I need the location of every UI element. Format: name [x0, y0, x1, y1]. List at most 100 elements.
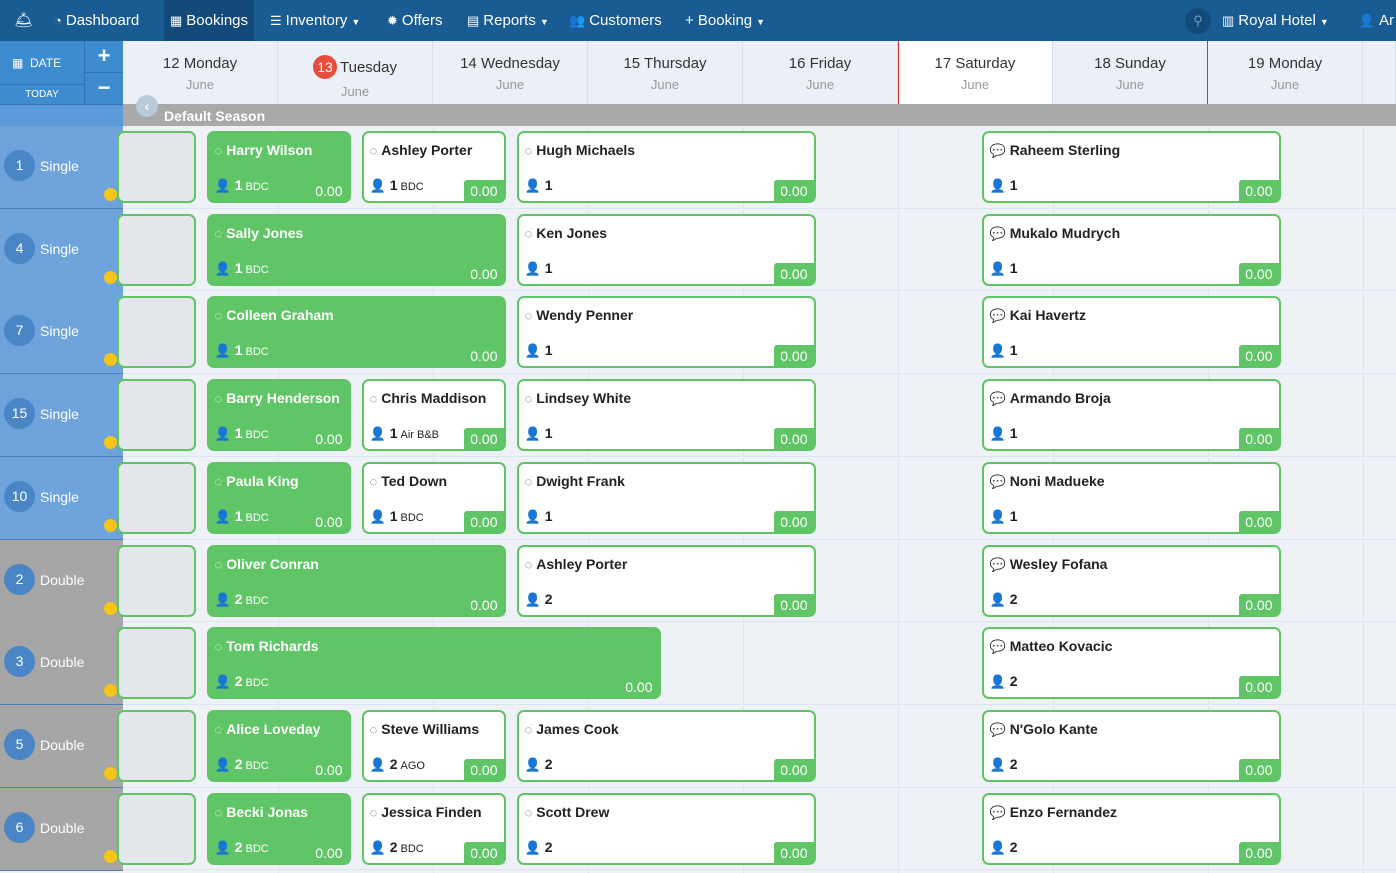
- unavailable-block[interactable]: [117, 792, 196, 865]
- status-dot-icon: [104, 849, 117, 863]
- person-icon: 👤: [989, 839, 1006, 855]
- today-button[interactable]: TODAY: [0, 85, 85, 105]
- price-badge: 0.00: [1239, 676, 1279, 698]
- collapse-chevron-icon[interactable]: ‹: [136, 95, 158, 117]
- booking-card[interactable]: 💬 Noni Madueke 👤 1 0.00: [981, 461, 1281, 534]
- booking-card[interactable]: 💬 Wesley Fofana 👤 2 0.00: [981, 544, 1281, 617]
- booking-card[interactable]: ◌ Alice Loveday 👤 2 BDC 0.00: [206, 709, 351, 782]
- booking-card[interactable]: 💬 Matteo Kovacic 👤 2 0.00: [981, 627, 1281, 700]
- booking-card[interactable]: ◌ Colleen Graham 👤 1 BDC 0.00: [206, 296, 506, 369]
- dashboard-icon: ◔: [54, 13, 62, 28]
- price-badge: 0.00: [1239, 510, 1279, 532]
- nav-inventory[interactable]: ☰ Inventory ▼: [264, 0, 366, 41]
- booking-card[interactable]: 💬 Mukalo Mudrych 👤 1 0.00: [981, 213, 1281, 286]
- price-badge: 0.00: [464, 262, 504, 284]
- booking-card[interactable]: ◌ Hugh Michaels 👤 1 0.00: [516, 131, 816, 203]
- room-type: Single: [40, 158, 79, 174]
- room-row-header[interactable]: 1 Single: [0, 126, 123, 209]
- booking-card[interactable]: ◌ Dwight Frank 👤 1 0.00: [516, 461, 816, 534]
- comments-icon: 💬: [989, 556, 1006, 572]
- booking-card[interactable]: 💬 Kai Havertz 👤 1 0.00: [981, 296, 1281, 369]
- comment-icon: ◌: [214, 391, 223, 407]
- row-divider: [123, 538, 1396, 540]
- booking-card[interactable]: 💬 N'Golo Kante 👤 2 0.00: [981, 709, 1281, 782]
- booking-card[interactable]: ◌ Oliver Conran 👤 2 BDC 0.00: [206, 544, 506, 617]
- booking-card[interactable]: ◌ Ted Down 👤 1 BDC 0.00: [361, 461, 506, 534]
- room-row-header[interactable]: 7 Single: [0, 291, 123, 375]
- guest-name: Tom Richards: [226, 638, 319, 655]
- day-label: 16 Friday: [788, 55, 852, 72]
- booking-card[interactable]: ◌ Wendy Penner 👤 1 0.00: [516, 296, 816, 369]
- price-badge: 0.00: [464, 180, 504, 201]
- nav-bookings[interactable]: ▦ Bookings: [164, 0, 255, 41]
- unavailable-block[interactable]: [117, 627, 196, 700]
- nav-dashboard[interactable]: ◔ Dashboard: [48, 0, 145, 41]
- booking-card[interactable]: ◌ Becki Jonas 👤 2 BDC 0.00: [206, 792, 351, 865]
- booking-card[interactable]: ◌ Jessica Finden 👤 2 BDC 0.00: [361, 792, 506, 865]
- unavailable-block[interactable]: [117, 709, 196, 782]
- nav-reports[interactable]: ▤ Reports ▼: [461, 0, 555, 41]
- bell-logo-icon[interactable]: 🛎: [8, 0, 39, 41]
- price-badge: 0.00: [774, 841, 814, 863]
- room-row-header[interactable]: 10 Single: [0, 456, 123, 540]
- user-menu[interactable]: 👤 Ar: [1355, 0, 1396, 41]
- guest-count: 2: [544, 755, 553, 772]
- nav-booking[interactable]: + Booking ▼: [679, 0, 771, 41]
- unavailable-block[interactable]: [117, 213, 196, 286]
- unavailable-block[interactable]: [117, 379, 196, 452]
- nav-customers[interactable]: 👥 Customers: [563, 0, 668, 41]
- room-row-header[interactable]: 2 Double: [0, 539, 123, 623]
- booking-source: BDC: [400, 842, 424, 855]
- booking-card[interactable]: ◌ Paula King 👤 1 BDC 0.00: [206, 461, 351, 534]
- unavailable-block[interactable]: [117, 296, 196, 369]
- person-icon: 👤: [989, 343, 1006, 359]
- booking-card[interactable]: ◌ Tom Richards 👤 2 BDC 0.00: [206, 627, 661, 700]
- room-row-header[interactable]: 6 Double: [0, 787, 123, 871]
- nav-offers[interactable]: ✹ Offers: [381, 0, 448, 41]
- room-type: Double: [40, 654, 85, 671]
- room-row-header[interactable]: 3 Double: [0, 622, 123, 706]
- price-badge: 0.00: [1239, 841, 1279, 863]
- price-badge: 0.00: [774, 758, 814, 780]
- guest-count: 2: [544, 838, 553, 855]
- search-icon[interactable]: ⚲: [1185, 8, 1211, 34]
- booking-source: Air B&B: [400, 429, 439, 442]
- day-header: 19 Monday June: [1208, 41, 1363, 104]
- comment-icon: ◌: [214, 721, 223, 737]
- booking-card[interactable]: ◌ Sally Jones 👤 1 BDC 0.00: [206, 213, 506, 286]
- zoom-out-button[interactable]: −: [85, 73, 123, 105]
- room-row-header[interactable]: 4 Single: [0, 208, 123, 292]
- guest-count: 2: [1009, 838, 1018, 855]
- booking-card[interactable]: ◌ Ashley Porter 👤 2 0.00: [516, 544, 816, 617]
- booking-card[interactable]: 💬 Raheem Sterling 👤 1 0.00: [981, 131, 1281, 203]
- booking-card[interactable]: ◌ Scott Drew 👤 2 0.00: [516, 792, 816, 865]
- zoom-in-button[interactable]: +: [85, 41, 123, 73]
- room-row-header[interactable]: 15 Single: [0, 374, 123, 458]
- room-row-header[interactable]: 5 Double: [0, 704, 123, 788]
- booking-card[interactable]: ◌ Ashley Porter 👤 1 BDC 0.00: [361, 131, 506, 203]
- unavailable-block[interactable]: [117, 544, 196, 617]
- booking-card[interactable]: ◌ Ken Jones 👤 1 0.00: [516, 213, 816, 286]
- booking-source: BDC: [245, 346, 269, 359]
- booking-card[interactable]: 💬 Armando Broja 👤 1 0.00: [981, 379, 1281, 452]
- price-badge: 0.00: [464, 428, 504, 450]
- unavailable-block[interactable]: [117, 131, 196, 203]
- hotel-selector[interactable]: ▥ Royal Hotel ▼: [1216, 0, 1335, 41]
- booking-card[interactable]: ◌ Steve Williams 👤 2 AGO 0.00: [361, 709, 506, 782]
- price-badge: 0.00: [1239, 345, 1279, 367]
- month-label: June: [1270, 77, 1300, 92]
- date-picker-button[interactable]: ▦ DATE: [0, 41, 85, 85]
- guest-name: Sally Jones: [226, 224, 304, 241]
- guest-count: 1: [544, 259, 553, 276]
- booking-source: BDC: [245, 263, 269, 276]
- unavailable-block[interactable]: [117, 461, 196, 534]
- booking-card[interactable]: ◌ Lindsey White 👤 1 0.00: [516, 379, 816, 452]
- booking-card[interactable]: ◌ Harry Wilson 👤 1 BDC 0.00: [206, 131, 351, 203]
- booking-card[interactable]: ◌ James Cook 👤 2 0.00: [516, 709, 816, 782]
- booking-card[interactable]: 💬 Enzo Fernandez 👤 2 0.00: [981, 792, 1281, 865]
- booking-card[interactable]: ◌ Barry Henderson 👤 1 BDC 0.00: [206, 379, 351, 452]
- guest-count: 1: [1009, 425, 1018, 442]
- comments-icon: 💬: [989, 639, 1006, 655]
- guest-count: 2: [234, 838, 243, 855]
- booking-card[interactable]: ◌ Chris Maddison 👤 1 Air B&B 0.00: [361, 379, 506, 452]
